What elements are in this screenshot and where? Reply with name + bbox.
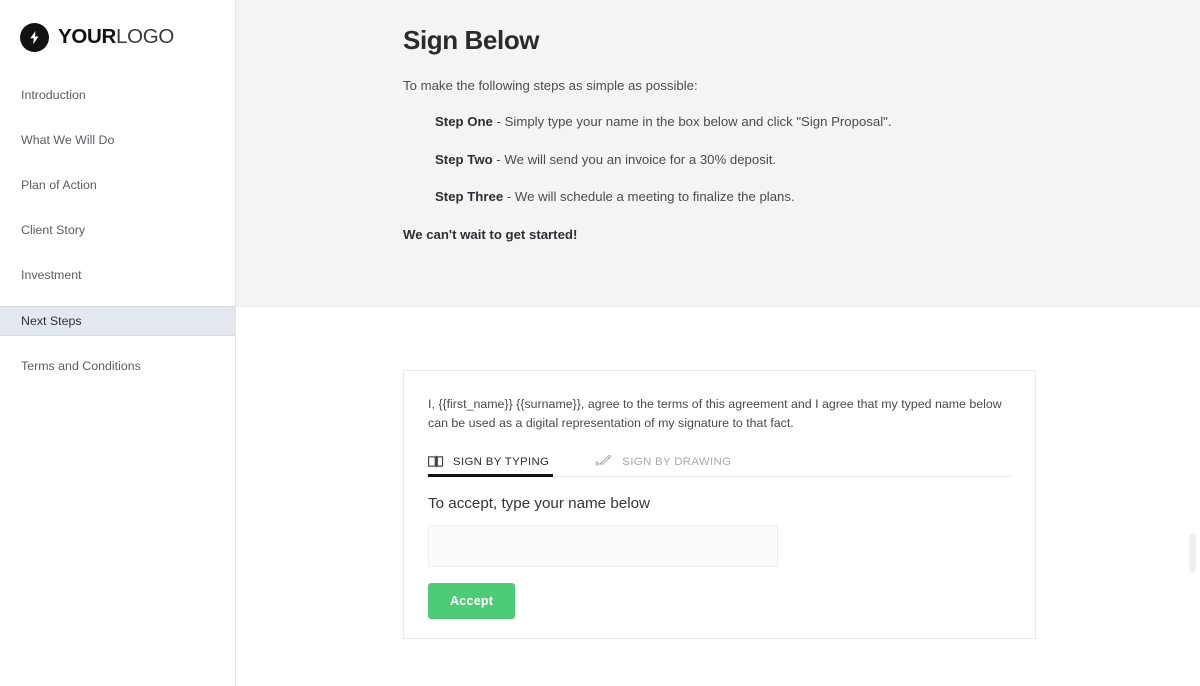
proposal-signing-page: YOURLOGO Introduction What We Will Do Pl…: [0, 0, 1200, 686]
sidebar-item-label: Terms and Conditions: [21, 359, 141, 373]
signature-name-input[interactable]: [428, 525, 778, 568]
sidebar: YOURLOGO Introduction What We Will Do Pl…: [0, 0, 236, 686]
main-content: Sign Below To make the following steps a…: [236, 0, 1200, 686]
sidebar-item-label: Client Story: [21, 223, 86, 237]
sidebar-item-terms-and-conditions[interactable]: Terms and Conditions: [0, 351, 235, 381]
sidebar-item-next-steps[interactable]: Next Steps: [0, 306, 235, 336]
tab-label: SIGN BY TYPING: [453, 455, 550, 468]
signature-method-tabs: SIGN BY TYPING SIGN BY DRAWING: [428, 455, 1011, 478]
step-one-name: Step One: [435, 114, 493, 130]
tab-sign-by-typing[interactable]: SIGN BY TYPING: [428, 455, 571, 478]
sidebar-nav: Introduction What We Will Do Plan of Act…: [0, 80, 235, 381]
tab-label: SIGN BY DRAWING: [622, 455, 732, 468]
page-title: Sign Below: [403, 25, 540, 55]
accept-button[interactable]: Accept: [428, 583, 516, 620]
logo-text-light: LOGO: [116, 24, 175, 48]
sidebar-item-plan-of-action[interactable]: Plan of Action: [0, 170, 235, 200]
sidebar-item-introduction[interactable]: Introduction: [0, 80, 235, 110]
step-two-name: Step Two: [435, 151, 493, 167]
pen-signature-icon: [595, 455, 613, 468]
intro-section: Sign Below To make the following steps a…: [403, 26, 1123, 244]
keyboard-icon: [428, 455, 444, 468]
sidebar-item-label: What We Will Do: [21, 133, 115, 147]
step-two: Step Two - We will send you an invoice f…: [403, 151, 1123, 169]
logo-text-bold: YOUR: [58, 24, 117, 48]
step-three-name: Step Three: [435, 189, 504, 205]
sidebar-item-label: Introduction: [21, 88, 86, 102]
sidebar-item-client-story[interactable]: Client Story: [0, 215, 235, 245]
accept-instruction-label: To accept, type your name below: [428, 495, 651, 513]
step-three-text: - We will schedule a meeting to finalize…: [503, 189, 795, 205]
lightning-bolt-icon: [20, 22, 49, 52]
logo[interactable]: YOURLOGO: [0, 0, 235, 52]
sidebar-item-label: Plan of Action: [21, 178, 97, 192]
tab-sign-by-drawing[interactable]: SIGN BY DRAWING: [595, 455, 749, 476]
logo-text: YOURLOGO: [58, 24, 175, 48]
signature-card: I, {{first_name}} {{surname}}, agree to …: [403, 370, 1036, 639]
vertical-scrollbar-thumb[interactable]: [1189, 533, 1196, 573]
closing-text: We can't wait to get started!: [403, 226, 578, 242]
sidebar-item-label: Next Steps: [21, 314, 82, 328]
step-one: Step One - Simply type your name in the …: [403, 113, 1123, 131]
sidebar-item-investment[interactable]: Investment: [0, 260, 235, 290]
intro-lead-text: To make the following steps as simple as…: [403, 77, 698, 93]
sidebar-item-what-we-will-do[interactable]: What We Will Do: [0, 125, 235, 155]
legal-agreement-text: I, {{first_name}} {{surname}}, agree to …: [428, 397, 1002, 431]
step-three: Step Three - We will schedule a meeting …: [403, 188, 1123, 206]
sidebar-item-label: Investment: [21, 268, 82, 282]
signature-card-body: I, {{first_name}} {{surname}}, agree to …: [404, 371, 1035, 620]
step-two-text: - We will send you an invoice for a 30% …: [492, 151, 777, 167]
step-one-text: - Simply type your name in the box below…: [492, 114, 892, 130]
